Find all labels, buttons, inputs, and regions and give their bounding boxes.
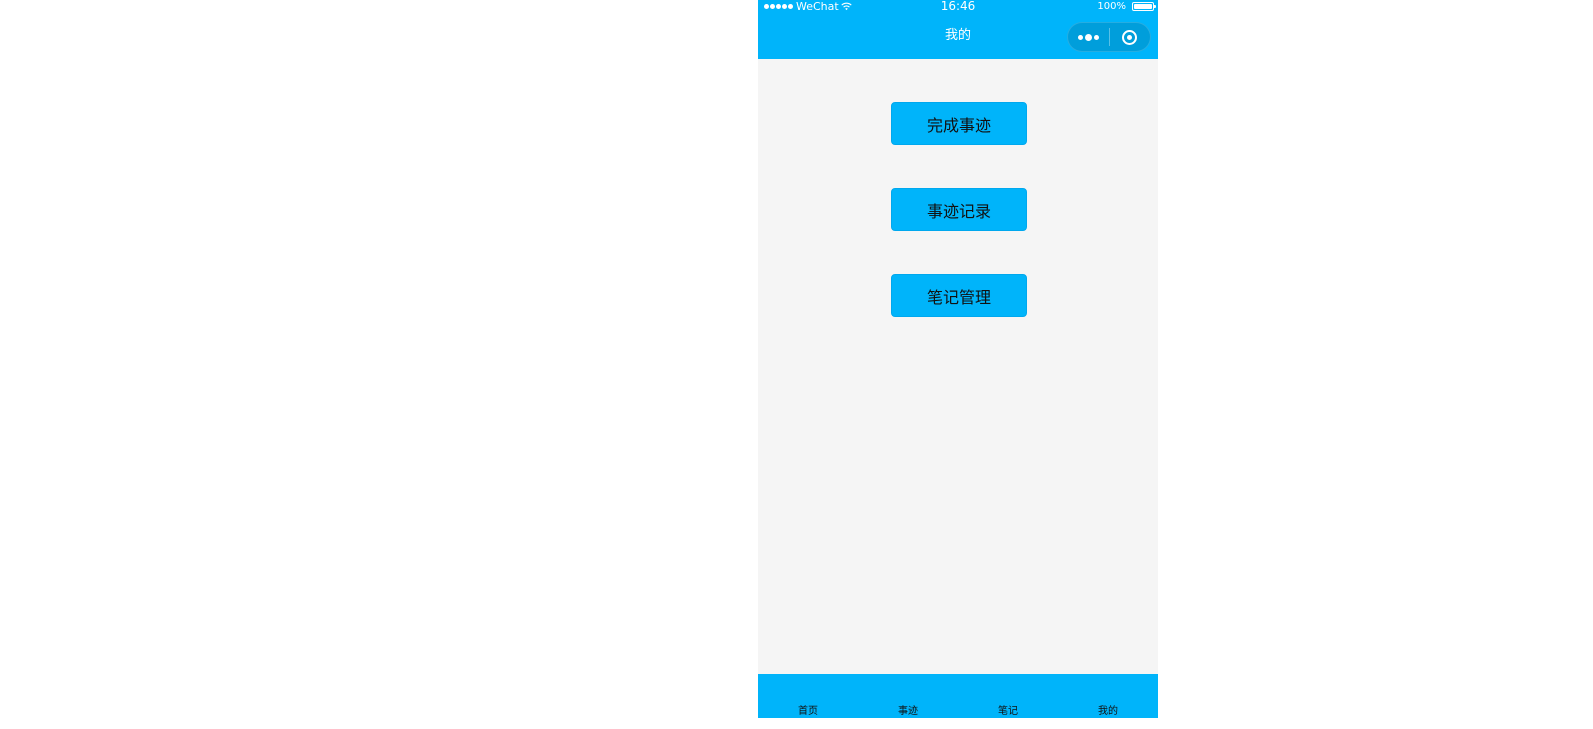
menu-capsule: [1067, 22, 1151, 52]
navigation-bar: 我的: [758, 13, 1158, 59]
tab-mine[interactable]: 我的: [1058, 674, 1158, 718]
status-right: 100%: [1097, 0, 1156, 13]
complete-deeds-button[interactable]: 完成事迹: [891, 102, 1027, 145]
tab-notes[interactable]: 笔记: [958, 674, 1058, 718]
phone-frame: WeChat 16:46 100% 我的 完成事迹 事迹记录 笔记管理 首页 事…: [758, 0, 1158, 718]
battery-percent: 100%: [1097, 1, 1126, 12]
main-content: 完成事迹 事迹记录 笔记管理: [758, 59, 1158, 674]
tab-home[interactable]: 首页: [758, 674, 858, 718]
tab-label: 笔记: [998, 706, 1018, 717]
more-icon: [1077, 33, 1099, 41]
deed-records-button[interactable]: 事迹记录: [891, 188, 1027, 231]
tab-bar: 首页 事迹 笔记 我的: [758, 674, 1158, 718]
note-management-button[interactable]: 笔记管理: [891, 274, 1027, 317]
tab-deeds[interactable]: 事迹: [858, 674, 958, 718]
tab-label: 事迹: [898, 706, 918, 717]
battery-icon: [1132, 2, 1156, 11]
more-button[interactable]: [1068, 23, 1109, 51]
tab-label: 我的: [1098, 706, 1118, 717]
tab-label: 首页: [798, 706, 818, 717]
close-circle-icon: [1122, 29, 1138, 45]
status-bar: WeChat 16:46 100%: [758, 0, 1158, 13]
close-button[interactable]: [1109, 23, 1150, 51]
